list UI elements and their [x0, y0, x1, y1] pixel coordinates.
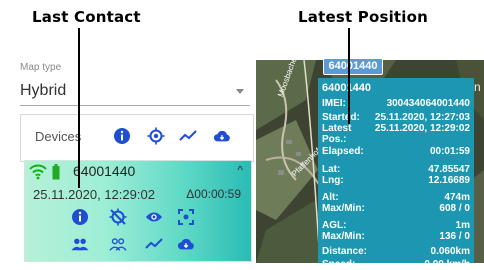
lng-label: Lng:: [322, 175, 344, 186]
speed-value: 0.00 km/h: [424, 259, 470, 270]
latest-value: 25.11.2020, 12:29:02: [374, 123, 470, 134]
elapsed-label: Elapsed:: [322, 146, 364, 157]
elapsed-value: 00:01:59: [429, 146, 470, 157]
imei-value: 300434064001440: [386, 98, 470, 109]
agl-maxmin-value: 136 / 0: [439, 231, 470, 242]
alt-value: 474m: [444, 192, 470, 203]
started-value: 25.11.2020, 12:27:03: [374, 112, 470, 123]
distance-label: Distance:: [322, 246, 368, 257]
device-info-popup: 64001440 IMEI: 300434064001440 Started: 25…: [318, 78, 474, 270]
time-since-contact: Δ00:00:59: [186, 187, 241, 201]
alt-label: Alt:: [322, 192, 339, 203]
lng-value: 12.16689: [428, 175, 470, 186]
alt-maxmin-label: Max/Min:: [322, 203, 365, 214]
group-outline-icon[interactable]: [109, 235, 127, 253]
select-underline: [20, 105, 250, 106]
track-icon[interactable]: [145, 235, 163, 253]
device-card[interactable]: 64001440 ^ 25.11.2020, 12:29:02 Δ00:00:5…: [24, 160, 252, 262]
last-contact-arrow: [78, 28, 80, 188]
last-contact-callout: Last Contact: [32, 8, 141, 26]
devices-toolbar: Devices: [20, 114, 254, 162]
wifi-icon: [29, 163, 47, 181]
locate-icon[interactable]: [147, 127, 165, 145]
collapse-chevron-icon[interactable]: ^: [237, 163, 243, 177]
agl-value: 1m: [455, 220, 470, 231]
latest-label: Latest: [322, 123, 352, 134]
group-icon[interactable]: [71, 235, 89, 253]
visibility-icon[interactable]: [145, 208, 163, 226]
map-type-select[interactable]: Hybrid: [20, 82, 66, 100]
map-letter: n: [474, 80, 481, 94]
alt-maxmin-value: 608 / 0: [439, 203, 470, 214]
device-panel: Map type Hybrid Devices 64001440 ^ 25.11…: [0, 60, 254, 263]
last-contact-timestamp: 25.11.2020, 12:29:02: [33, 187, 155, 202]
agl-label: AGL:: [322, 220, 347, 231]
map-type-label: Map type: [20, 62, 62, 73]
trend-icon[interactable]: [179, 127, 197, 145]
lat-label: Lat:: [322, 164, 341, 175]
device-cloud-download-icon[interactable]: [177, 235, 195, 253]
latest-position-callout: Latest Position: [298, 8, 429, 26]
device-info-icon[interactable]: [71, 208, 89, 226]
locate-off-icon[interactable]: [109, 208, 127, 226]
started-label: Started:: [322, 112, 360, 123]
distance-value: 0.060km: [430, 246, 470, 257]
pos-label: Pos.:: [322, 134, 347, 145]
devices-label: Devices: [35, 129, 82, 144]
cloud-download-icon[interactable]: [213, 127, 231, 145]
dropdown-caret-icon[interactable]: [236, 89, 244, 94]
speed-label: Speed:: [322, 259, 356, 270]
imei-label: IMEI:: [322, 98, 346, 109]
focus-icon[interactable]: [177, 208, 195, 226]
device-marker[interactable]: 64001440: [323, 58, 383, 75]
info-icon[interactable]: [113, 127, 131, 145]
battery-icon: [51, 163, 61, 181]
agl-maxmin-label: Max/Min:: [322, 231, 365, 242]
device-id: 64001440: [73, 163, 136, 179]
latest-position-arrow: [348, 28, 350, 124]
lat-value: 47.85547: [428, 164, 470, 175]
popup-title: 64001440: [322, 82, 371, 94]
